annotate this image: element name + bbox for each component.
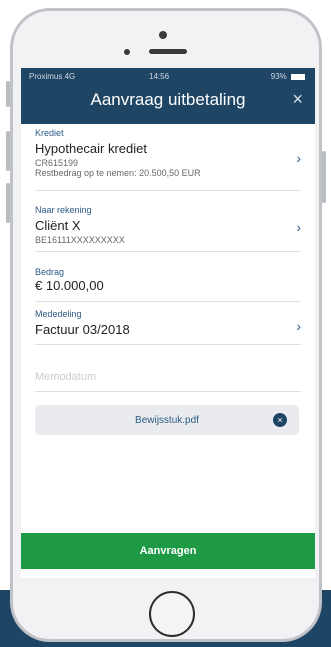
power-button <box>322 151 326 203</box>
krediet-field[interactable]: Krediet Hypothecair krediet CR615199 Res… <box>35 128 301 191</box>
bedrag-value[interactable]: € 10.000,00 <box>35 278 301 293</box>
memodatum-input[interactable]: Memodatum <box>35 371 301 392</box>
close-icon[interactable]: × <box>292 89 303 110</box>
status-bar: Proximus 4G 14:56 93% <box>21 68 315 84</box>
naar-rekening-iban: BE16111XXXXXXXXX <box>35 235 125 245</box>
bedrag-field[interactable]: Bedrag € 10.000,00 <box>35 267 301 302</box>
page-title: Aanvraag uitbetaling <box>90 90 246 109</box>
camera-dot <box>159 31 167 39</box>
memodatum-placeholder: Memodatum <box>35 371 97 383</box>
battery-icon <box>291 73 305 80</box>
chevron-right-icon[interactable]: › <box>296 318 301 334</box>
krediet-label: Krediet <box>35 128 64 138</box>
attachment-chip[interactable]: Bewijsstuk.pdf × <box>35 405 299 435</box>
volume-down-button <box>6 183 10 223</box>
naar-rekening-label: Naar rekening <box>35 205 92 215</box>
home-button[interactable] <box>149 591 195 637</box>
volume-up-button <box>6 131 10 171</box>
app-screen: Proximus 4G 14:56 93% Aanvraag uitbetali… <box>21 68 315 578</box>
front-camera <box>124 49 130 55</box>
naar-rekening-field[interactable]: Naar rekening Cliënt X BE16111XXXXXXXXX … <box>35 205 301 252</box>
attachment-filename[interactable]: Bewijsstuk.pdf <box>35 415 299 426</box>
bedrag-label: Bedrag <box>35 267 65 277</box>
battery-indicator: 93% <box>271 72 305 81</box>
mededeling-value: Factuur 03/2018 <box>35 322 130 337</box>
chevron-right-icon[interactable]: › <box>296 219 301 235</box>
naar-rekening-value: Cliënt X <box>35 218 81 233</box>
krediet-value: Hypothecair krediet <box>35 141 147 156</box>
earpiece-speaker <box>149 49 187 54</box>
carrier-label: Proximus 4G <box>29 72 76 81</box>
header-bar: Proximus 4G 14:56 93% Aanvraag uitbetali… <box>21 68 315 124</box>
battery-percent: 93% <box>270 72 287 81</box>
status-time: 14:56 <box>149 72 170 81</box>
chevron-right-icon[interactable]: › <box>296 150 301 166</box>
krediet-remaining: Restbedrag op te nemen: 20.500,50 EUR <box>35 168 201 178</box>
mededeling-field[interactable]: Mededeling Factuur 03/2018 › <box>35 309 301 345</box>
krediet-account: CR615199 <box>35 158 79 168</box>
submit-button[interactable]: Aanvragen <box>21 533 315 569</box>
remove-attachment-icon[interactable]: × <box>273 413 287 427</box>
silent-switch <box>6 81 10 107</box>
mededeling-label: Mededeling <box>35 309 82 319</box>
